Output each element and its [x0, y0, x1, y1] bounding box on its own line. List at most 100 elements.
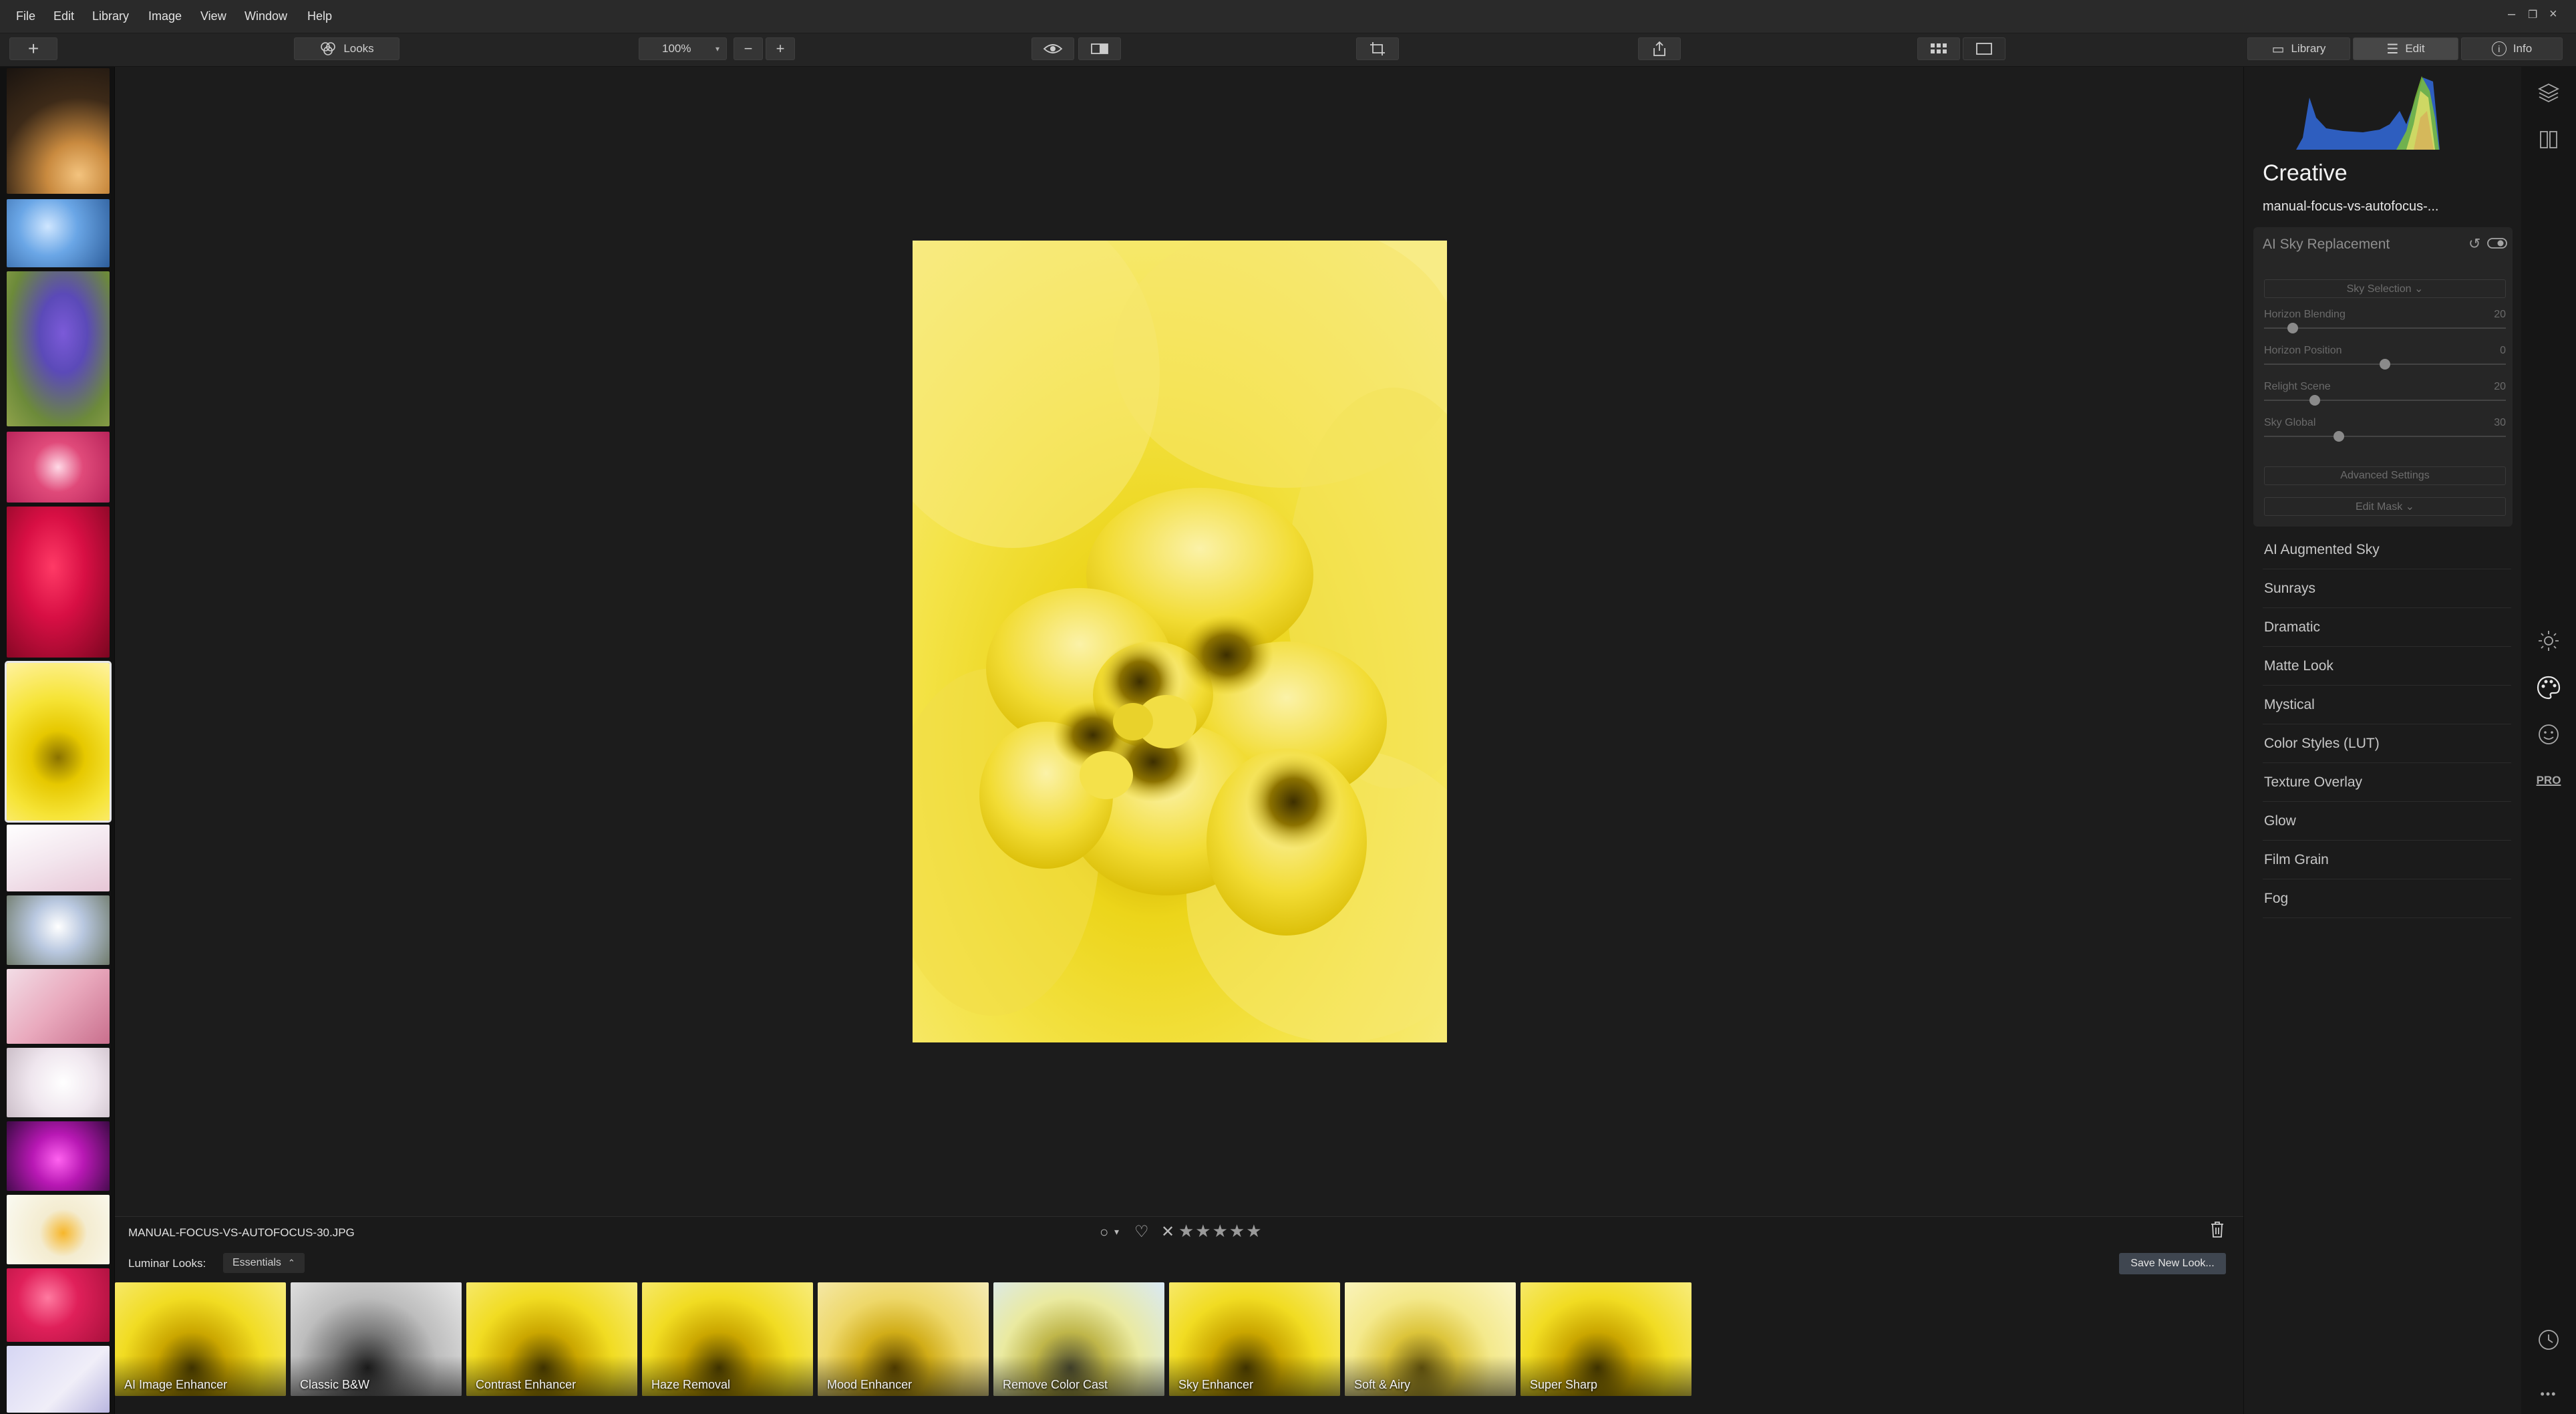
- tab-library[interactable]: ▭ Library: [2247, 37, 2350, 60]
- filmstrip-thumbnail[interactable]: [7, 969, 110, 1044]
- filmstrip-thumbnail[interactable]: [7, 507, 110, 658]
- look-preset-label: Remove Color Cast: [1003, 1378, 1108, 1391]
- looks-label: Looks: [343, 42, 374, 55]
- looks-button[interactable]: Looks: [294, 37, 399, 60]
- save-new-look-button[interactable]: Save New Look...: [2119, 1253, 2226, 1274]
- chevron-down-icon[interactable]: ▾: [1114, 1226, 1119, 1238]
- menu-image[interactable]: Image: [148, 9, 182, 23]
- sky-selection-dropdown[interactable]: Sky Selection ⌄: [2264, 279, 2506, 298]
- layers-icon[interactable]: [2521, 82, 2576, 110]
- filmstrip-thumbnail[interactable]: [7, 1195, 110, 1264]
- tool-glow[interactable]: Glow: [2263, 802, 2511, 841]
- tool-mystical[interactable]: Mystical: [2263, 686, 2511, 724]
- tool-title[interactable]: AI Sky Replacement: [2263, 237, 2390, 253]
- filmstrip-thumbnail[interactable]: [7, 68, 110, 194]
- tool-fog[interactable]: Fog: [2263, 879, 2511, 918]
- look-preset[interactable]: Contrast Enhancer: [466, 1282, 637, 1396]
- zoom-out-button[interactable]: −: [734, 37, 763, 60]
- look-preset[interactable]: Remove Color Cast: [993, 1282, 1164, 1396]
- look-preset[interactable]: Classic B&W: [291, 1282, 462, 1396]
- face-icon[interactable]: [2521, 723, 2576, 751]
- look-preset[interactable]: Soft & Airy: [1345, 1282, 1516, 1396]
- compare-icon[interactable]: [2521, 128, 2576, 156]
- reject-x-icon[interactable]: ✕: [1161, 1222, 1174, 1242]
- filmstrip-thumbnail[interactable]: [7, 271, 110, 426]
- horizon-position-slider[interactable]: Horizon Position 0: [2264, 345, 2506, 374]
- filmstrip[interactable]: [0, 67, 115, 1414]
- filmstrip-thumbnail[interactable]: [7, 1121, 110, 1191]
- advanced-settings-button[interactable]: Advanced Settings: [2264, 466, 2506, 485]
- look-preset-label: Mood Enhancer: [827, 1378, 913, 1391]
- reset-icon[interactable]: ↺: [2468, 235, 2480, 253]
- share-button[interactable]: [1638, 37, 1681, 60]
- look-preset[interactable]: Sky Enhancer: [1169, 1282, 1340, 1396]
- tool-matte-look[interactable]: Matte Look: [2263, 647, 2511, 686]
- slider-track[interactable]: [2264, 327, 2506, 329]
- filmstrip-thumbnail[interactable]: [7, 432, 110, 503]
- section-title: Creative: [2263, 160, 2348, 186]
- filmstrip-thumbnail[interactable]: [7, 895, 110, 965]
- slider-handle[interactable]: [2380, 359, 2390, 370]
- look-preset[interactable]: Haze Removal: [642, 1282, 813, 1396]
- tool-ai-augmented-sky[interactable]: AI Augmented Sky: [2263, 531, 2511, 569]
- filmstrip-thumbnail[interactable]: [7, 825, 110, 891]
- filmstrip-thumbnail-selected[interactable]: [5, 661, 112, 823]
- menu-window[interactable]: Window: [245, 9, 287, 23]
- tool-dramatic[interactable]: Dramatic: [2263, 608, 2511, 647]
- relight-scene-slider[interactable]: Relight Scene 20: [2264, 381, 2506, 410]
- pro-icon[interactable]: PRO: [2521, 774, 2576, 787]
- menu-file[interactable]: File: [16, 9, 35, 23]
- slider-track[interactable]: [2264, 436, 2506, 437]
- tool-texture-overlay[interactable]: Texture Overlay: [2263, 763, 2511, 802]
- looks-category-dropdown[interactable]: Essentials ⌃: [223, 1253, 305, 1273]
- horizon-blending-slider[interactable]: Horizon Blending 20: [2264, 309, 2506, 338]
- single-view-button[interactable]: [1963, 37, 2005, 60]
- slider-track[interactable]: [2264, 400, 2506, 401]
- sun-icon[interactable]: [2521, 629, 2576, 658]
- preview-toggle-button[interactable]: [1031, 37, 1074, 60]
- menu-edit[interactable]: Edit: [53, 9, 74, 23]
- minimize-icon[interactable]: –: [2508, 7, 2515, 22]
- slider-handle[interactable]: [2309, 395, 2321, 406]
- compare-button[interactable]: [1078, 37, 1121, 60]
- sky-global-slider[interactable]: Sky Global 30: [2264, 417, 2506, 446]
- filmstrip-thumbnail[interactable]: [7, 1346, 110, 1413]
- trash-icon[interactable]: [2210, 1221, 2225, 1242]
- slider-handle[interactable]: [2287, 323, 2299, 333]
- look-preset[interactable]: Mood Enhancer: [818, 1282, 989, 1396]
- menu-help[interactable]: Help: [307, 9, 332, 23]
- add-photos-button[interactable]: +: [9, 37, 57, 60]
- tool-color-styles-lut[interactable]: Color Styles (LUT): [2263, 724, 2511, 763]
- slider-handle[interactable]: [2333, 431, 2345, 442]
- menu-view[interactable]: View: [200, 9, 226, 23]
- menu-bar: File Edit Library Image View Window Help…: [0, 0, 2576, 33]
- rating-stars[interactable]: ★★★★★: [1178, 1221, 1263, 1242]
- tool-film-grain[interactable]: Film Grain: [2263, 841, 2511, 879]
- zoom-in-button[interactable]: +: [766, 37, 795, 60]
- look-preset[interactable]: Super Sharp: [1520, 1282, 1692, 1396]
- filmstrip-thumbnail[interactable]: [7, 199, 110, 267]
- zoom-select[interactable]: 100% ▾: [639, 37, 727, 60]
- single-image-icon: [1976, 43, 1992, 55]
- filmstrip-thumbnail[interactable]: [7, 1268, 110, 1342]
- tab-edit[interactable]: ☰ Edit: [2353, 37, 2458, 60]
- history-icon[interactable]: [2521, 1328, 2576, 1357]
- palette-icon[interactable]: [2521, 675, 2576, 706]
- tab-info[interactable]: i Info: [2461, 37, 2563, 60]
- filmstrip-thumbnail[interactable]: [7, 1048, 110, 1117]
- tool-label: Glow: [2264, 813, 2296, 829]
- more-icon[interactable]: •••: [2521, 1387, 2576, 1401]
- grid-view-button[interactable]: [1917, 37, 1960, 60]
- menu-library[interactable]: Library: [92, 9, 129, 23]
- look-preset[interactable]: AI Image Enhancer: [115, 1282, 286, 1396]
- image-canvas[interactable]: [115, 67, 2243, 1216]
- restore-icon[interactable]: ❐: [2528, 8, 2537, 21]
- close-icon[interactable]: ×: [2549, 7, 2557, 22]
- crop-button[interactable]: [1356, 37, 1399, 60]
- visibility-toggle-icon[interactable]: [2487, 237, 2507, 253]
- tool-sunrays[interactable]: Sunrays: [2263, 569, 2511, 608]
- flag-circle-icon[interactable]: ○: [1100, 1224, 1108, 1241]
- edit-mask-button[interactable]: Edit Mask ⌄: [2264, 497, 2506, 516]
- slider-value: 0: [2500, 345, 2506, 356]
- favorite-heart-icon[interactable]: ♡: [1134, 1222, 1149, 1242]
